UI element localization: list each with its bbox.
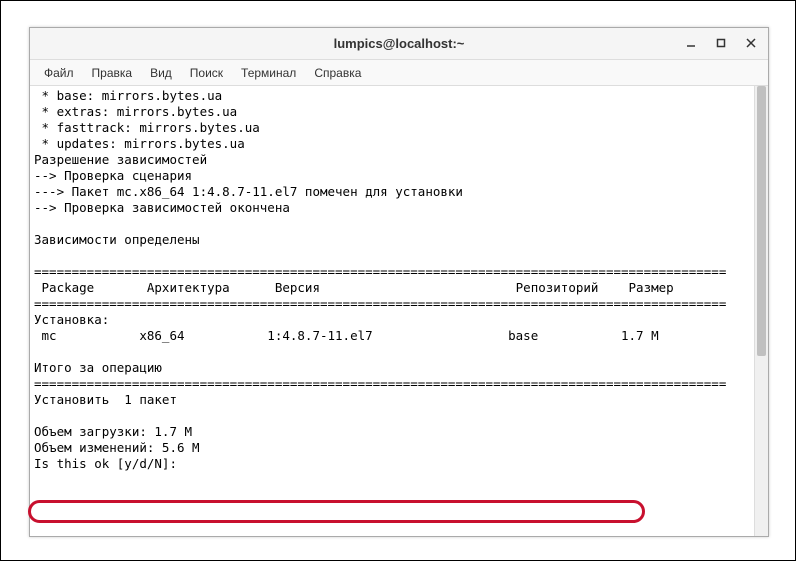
menu-terminal[interactable]: Терминал — [233, 63, 304, 83]
maximize-icon — [715, 37, 727, 49]
close-icon — [745, 37, 757, 49]
menu-edit[interactable]: Правка — [84, 63, 141, 83]
close-button[interactable] — [740, 32, 762, 54]
minimize-icon — [685, 37, 697, 49]
scrollbar-thumb[interactable] — [757, 86, 766, 356]
terminal-window: lumpics@localhost:~ Файл Правка Вид Поис… — [29, 27, 769, 537]
titlebar: lumpics@localhost:~ — [30, 28, 768, 60]
menu-help[interactable]: Справка — [306, 63, 369, 83]
window-title: lumpics@localhost:~ — [334, 36, 465, 51]
titlebar-controls — [680, 32, 762, 54]
menu-view[interactable]: Вид — [142, 63, 180, 83]
menubar: Файл Правка Вид Поиск Терминал Справка — [30, 60, 768, 86]
minimize-button[interactable] — [680, 32, 702, 54]
maximize-button[interactable] — [710, 32, 732, 54]
menu-file[interactable]: Файл — [36, 63, 82, 83]
menu-search[interactable]: Поиск — [182, 63, 231, 83]
scrollbar[interactable] — [754, 86, 768, 536]
terminal-output[interactable]: * base: mirrors.bytes.ua * extras: mirro… — [30, 86, 754, 536]
terminal-area: * base: mirrors.bytes.ua * extras: mirro… — [30, 86, 768, 536]
